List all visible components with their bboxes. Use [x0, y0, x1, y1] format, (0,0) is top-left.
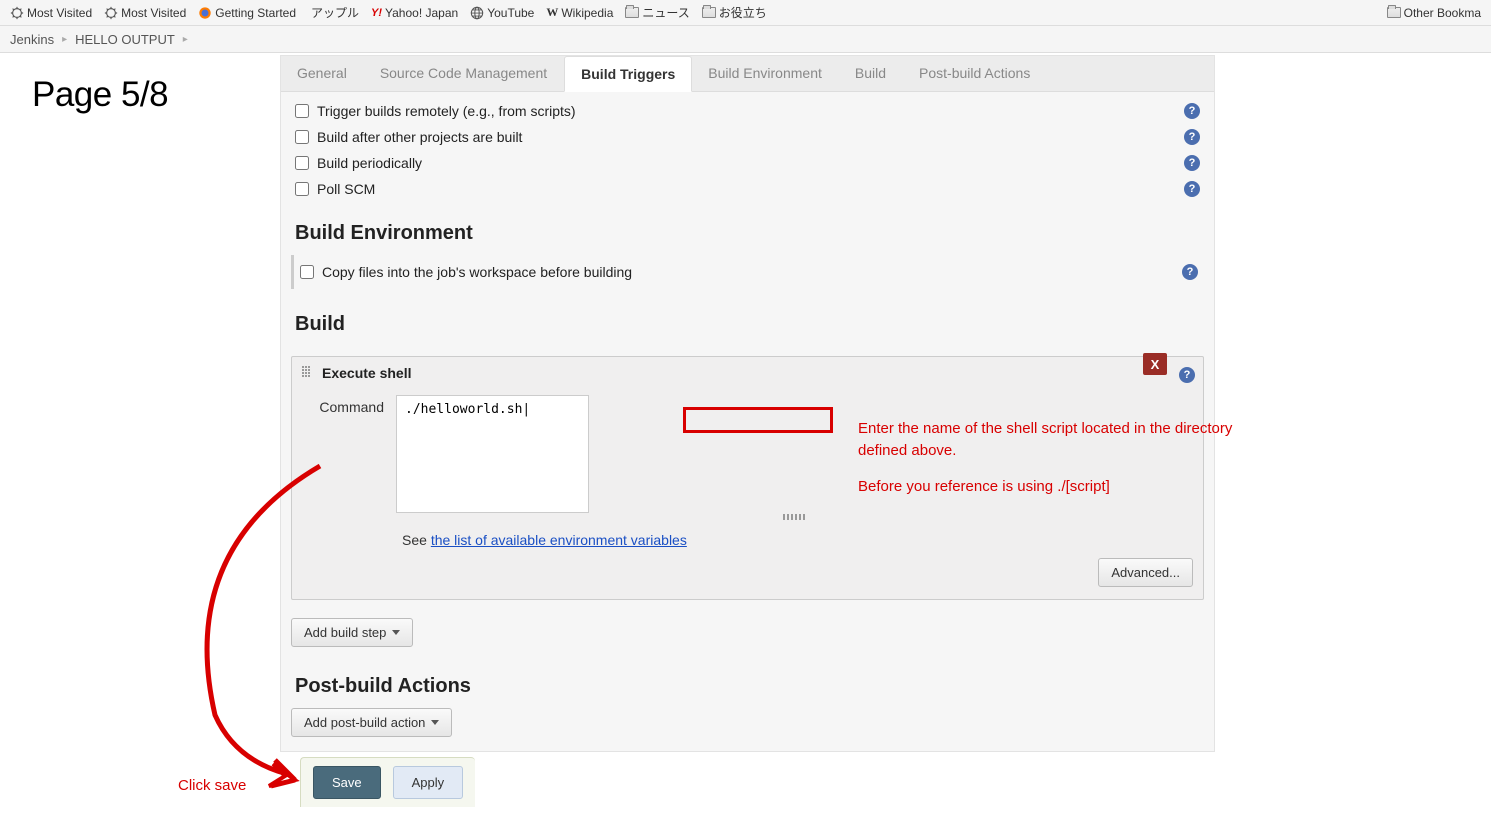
- env-vars-hint: See the list of available environment va…: [292, 528, 1203, 550]
- globe-icon: [470, 6, 484, 20]
- bookmark-label: Most Visited: [121, 6, 186, 20]
- chevron-right-icon: ▸: [62, 34, 67, 45]
- help-button[interactable]: ?: [1184, 129, 1200, 145]
- gear-icon: [104, 6, 118, 20]
- help-button[interactable]: ?: [1179, 367, 1195, 383]
- bookmark-label: Yahoo! Japan: [385, 6, 458, 20]
- advanced-button[interactable]: Advanced...: [1098, 558, 1193, 587]
- help-icon: ?: [1184, 181, 1200, 197]
- add-build-step-label: Add build step: [304, 625, 386, 640]
- annotation-text-1: Enter the name of the shell script locat…: [858, 418, 1258, 462]
- trigger-periodic-label: Build periodically: [317, 155, 422, 171]
- bookmark-label: ニュース: [642, 4, 689, 21]
- build-header: Build: [281, 299, 1214, 346]
- help-icon: ?: [1179, 367, 1195, 383]
- post-build-header: Post-build Actions: [281, 661, 1214, 708]
- copy-files-label: Copy files into the job's workspace befo…: [322, 264, 632, 280]
- breadcrumb-job[interactable]: HELLO OUTPUT: [75, 32, 175, 47]
- breadcrumb: Jenkins ▸ HELLO OUTPUT ▸: [0, 26, 1491, 53]
- bookmark-useful[interactable]: お役立ち: [698, 2, 771, 23]
- footer-buttons: Save Apply: [300, 757, 475, 807]
- trigger-remote-label: Trigger builds remotely (e.g., from scri…: [317, 103, 576, 119]
- bookmark-label: Other Bookma: [1404, 6, 1481, 20]
- apply-button[interactable]: Apply: [393, 766, 464, 799]
- tab-build-triggers[interactable]: Build Triggers: [564, 56, 692, 92]
- bookmark-other[interactable]: Other Bookma: [1383, 4, 1485, 22]
- chevron-right-icon: ▸: [183, 34, 188, 45]
- trigger-poll-scm-checkbox[interactable]: [295, 182, 309, 196]
- tab-post-build[interactable]: Post-build Actions: [903, 56, 1047, 91]
- help-button[interactable]: ?: [1182, 264, 1198, 280]
- tab-build[interactable]: Build: [839, 56, 903, 91]
- bookmark-label: アップル: [311, 4, 359, 21]
- delete-step-button[interactable]: X: [1143, 353, 1167, 375]
- bookmark-label: Most Visited: [27, 6, 92, 20]
- help-icon: ?: [1184, 103, 1200, 119]
- bookmark-most-visited-2[interactable]: Most Visited: [100, 4, 190, 22]
- annotation-click-save: Click save: [178, 777, 246, 794]
- help-button[interactable]: ?: [1184, 155, 1200, 171]
- help-icon: ?: [1184, 129, 1200, 145]
- bookmark-label: YouTube: [487, 6, 534, 20]
- drag-handle-icon[interactable]: [302, 366, 314, 380]
- page-indicator: Page 5/8: [32, 75, 168, 115]
- build-environment-header: Build Environment: [281, 208, 1214, 255]
- tab-scm[interactable]: Source Code Management: [364, 56, 564, 91]
- help-button[interactable]: ?: [1184, 103, 1200, 119]
- gear-icon: [10, 6, 24, 20]
- trigger-remote-checkbox[interactable]: [295, 104, 309, 118]
- trigger-after-label: Build after other projects are built: [317, 129, 522, 145]
- env-vars-link[interactable]: the list of available environment variab…: [431, 532, 687, 548]
- caret-down-icon: [431, 720, 439, 725]
- help-icon: ?: [1184, 155, 1200, 171]
- tab-build-environment[interactable]: Build Environment: [692, 56, 839, 91]
- build-step-title: Execute shell: [322, 365, 412, 381]
- build-triggers-section: Trigger builds remotely (e.g., from scri…: [281, 92, 1214, 208]
- breadcrumb-root[interactable]: Jenkins: [10, 32, 54, 47]
- trigger-periodic-checkbox[interactable]: [295, 156, 309, 170]
- bookmark-youtube[interactable]: YouTube: [466, 4, 538, 22]
- bookmark-wikipedia[interactable]: W Wikipedia: [542, 3, 617, 22]
- folder-icon: [1387, 7, 1401, 18]
- add-post-build-action-button[interactable]: Add post-build action: [291, 708, 452, 737]
- bookmark-getting-started[interactable]: Getting Started: [194, 4, 300, 22]
- config-tabs: General Source Code Management Build Tri…: [281, 56, 1214, 92]
- wikipedia-icon: W: [546, 5, 558, 20]
- env-row: Copy files into the job's workspace befo…: [291, 255, 1204, 289]
- config-panel: General Source Code Management Build Tri…: [280, 55, 1215, 752]
- folder-icon: [702, 7, 716, 18]
- bookmark-label: Wikipedia: [561, 6, 613, 20]
- help-button[interactable]: ?: [1184, 181, 1200, 197]
- add-build-step-button[interactable]: Add build step: [291, 618, 413, 647]
- bookmark-label: Getting Started: [215, 6, 296, 20]
- bookmark-news[interactable]: ニュース: [621, 2, 693, 23]
- folder-icon: [625, 7, 639, 18]
- trigger-after-checkbox[interactable]: [295, 130, 309, 144]
- bookmark-apple[interactable]: アップル: [304, 2, 363, 23]
- bookmark-label: お役立ち: [719, 4, 767, 21]
- yahoo-icon: Y!: [371, 7, 382, 19]
- annotation-text-2: Before you reference is using ./[script]: [858, 476, 1258, 498]
- build-step-header[interactable]: Execute shell: [292, 357, 1203, 389]
- add-post-build-label: Add post-build action: [304, 715, 425, 730]
- bookmark-yahoo[interactable]: Y! Yahoo! Japan: [367, 4, 462, 22]
- help-icon: ?: [1182, 264, 1198, 280]
- copy-files-checkbox[interactable]: [300, 265, 314, 279]
- tab-general[interactable]: General: [281, 56, 364, 91]
- see-text: See: [402, 532, 431, 548]
- resize-handle-icon[interactable]: [783, 514, 807, 520]
- trigger-poll-scm-label: Poll SCM: [317, 181, 375, 197]
- save-button[interactable]: Save: [313, 766, 381, 799]
- bookmark-most-visited-1[interactable]: Most Visited: [6, 4, 96, 22]
- bookmark-bar: Most Visited Most Visited Getting Starte…: [0, 0, 1491, 26]
- caret-down-icon: [392, 630, 400, 635]
- command-textarea[interactable]: [396, 395, 589, 513]
- firefox-icon: [198, 6, 212, 20]
- command-label: Command: [302, 395, 384, 415]
